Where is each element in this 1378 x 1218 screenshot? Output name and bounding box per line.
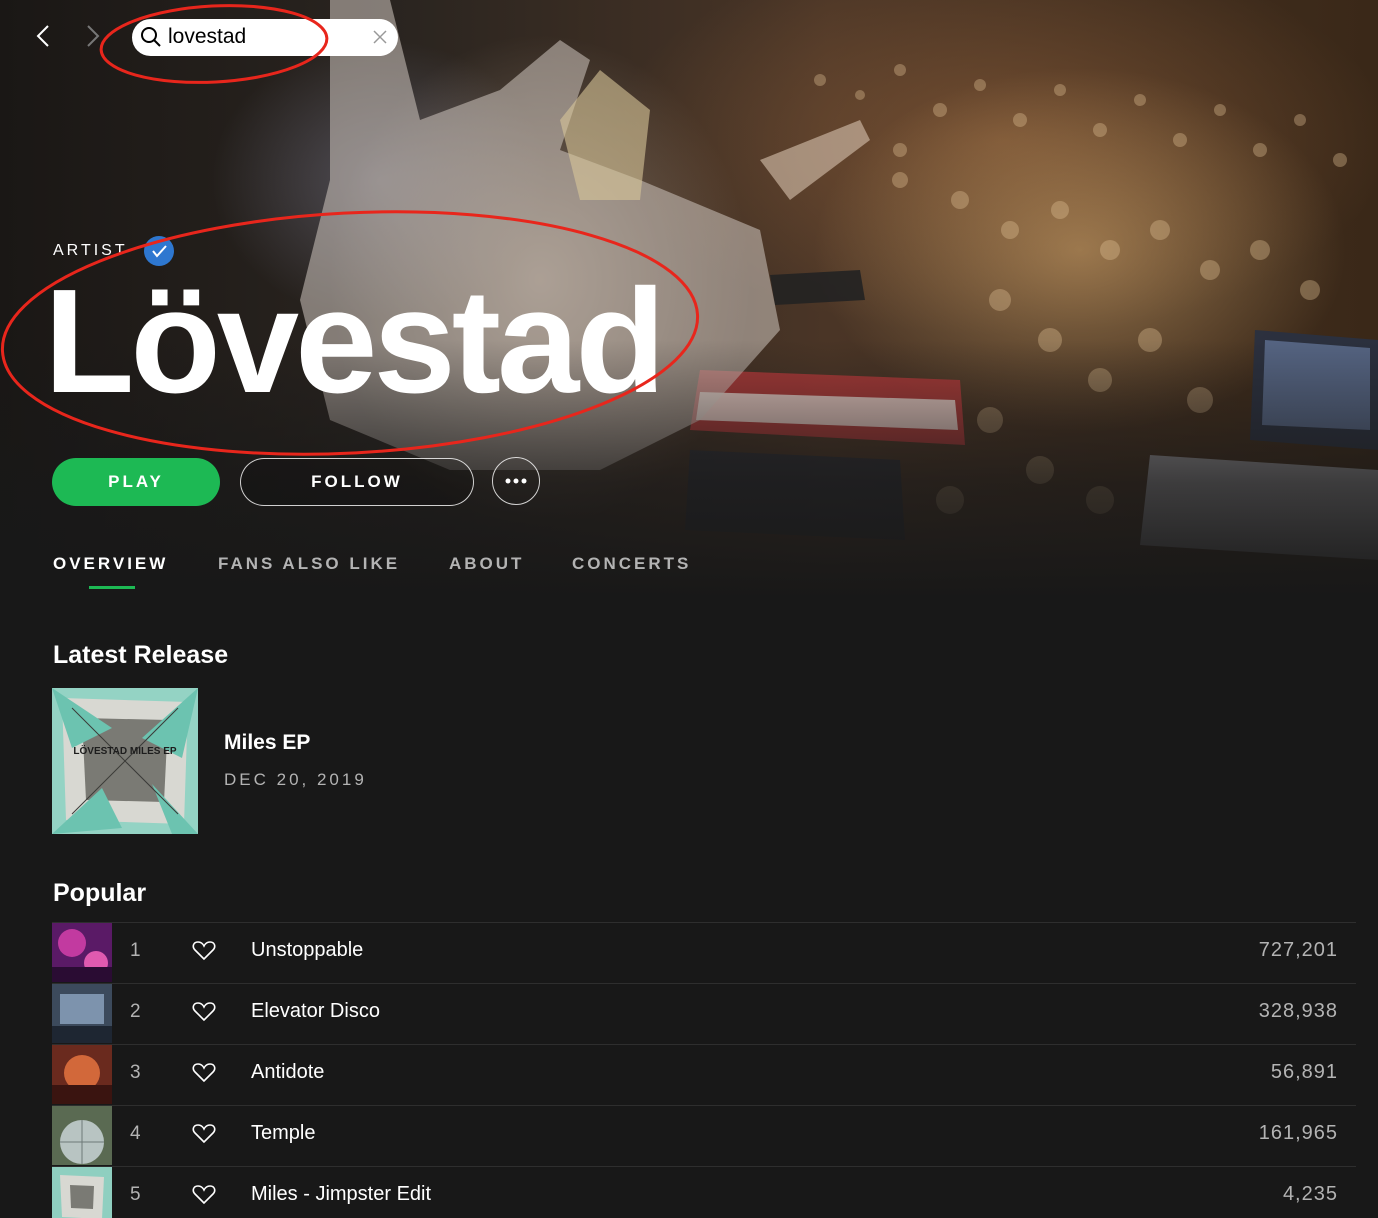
track-play-count: 56,891 (1270, 1061, 1338, 1083)
track-thumbnail (52, 1106, 112, 1165)
tab-overview[interactable]: OVERVIEW (53, 554, 168, 574)
popular-heading: Popular (53, 879, 147, 907)
heart-icon[interactable] (192, 1061, 216, 1083)
latest-release-heading: Latest Release (53, 641, 229, 669)
album-cover-text: LÖVESTAD MILES EP (73, 746, 177, 757)
track-play-count: 727,201 (1258, 939, 1338, 961)
heart-icon[interactable] (192, 1000, 216, 1022)
track-thumbnail (52, 984, 112, 1043)
track-row[interactable]: 4 Temple 161,965 (52, 1105, 1356, 1166)
heart-icon[interactable] (192, 939, 216, 961)
track-play-count: 161,965 (1258, 1122, 1338, 1144)
release-date: DEC 20, 2019 (224, 770, 367, 789)
track-thumbnail (52, 923, 112, 982)
track-title: Temple (251, 1122, 316, 1144)
search-annotation-circle (99, 4, 329, 84)
back-button[interactable] (30, 22, 58, 50)
track-row[interactable]: 5 Miles - Jimpster Edit 4,235 (52, 1166, 1356, 1218)
track-number: 1 (130, 940, 141, 961)
track-play-count: 4,235 (1282, 1183, 1338, 1205)
latest-release-cover[interactable]: LÖVESTAD MILES EP (52, 688, 198, 834)
artist-name-annotation-circle (0, 210, 700, 456)
track-play-count: 328,938 (1258, 1000, 1338, 1022)
active-tab-indicator (89, 586, 135, 589)
track-title: Antidote (251, 1061, 325, 1083)
chevron-left-icon (36, 25, 49, 47)
track-thumbnail (52, 1045, 112, 1104)
heart-icon[interactable] (192, 1183, 216, 1205)
track-number: 3 (130, 1062, 141, 1083)
more-options-button[interactable] (492, 457, 540, 505)
tab-fans-also-like[interactable]: FANS ALSO LIKE (218, 554, 400, 574)
play-button[interactable]: PLAY (52, 458, 220, 506)
popular-track-list: 1 Unstoppable 727,201 2 Elevator Disco 3… (52, 922, 1356, 1218)
tab-concerts[interactable]: CONCERTS (572, 554, 691, 574)
track-number: 2 (130, 1001, 141, 1022)
release-title[interactable]: Miles EP (224, 731, 310, 755)
follow-button[interactable]: FOLLOW (240, 458, 474, 506)
track-title: Miles - Jimpster Edit (251, 1183, 432, 1205)
track-title: Elevator Disco (251, 1000, 380, 1022)
close-icon[interactable] (372, 29, 388, 45)
track-title: Unstoppable (251, 939, 364, 961)
heart-icon[interactable] (192, 1122, 216, 1144)
album-art-image (52, 688, 198, 834)
track-thumbnail (52, 1167, 112, 1218)
artist-page: ARTIST Lövestad PLAY FOLLOW OVERVIEW FAN… (0, 0, 1378, 1218)
track-row[interactable]: 3 Antidote 56,891 (52, 1044, 1356, 1105)
track-number: 5 (130, 1184, 141, 1205)
track-row[interactable]: 1 Unstoppable 727,201 (52, 922, 1356, 983)
more-dots-icon (505, 478, 527, 484)
track-row[interactable]: 2 Elevator Disco 328,938 (52, 983, 1356, 1044)
tab-about[interactable]: ABOUT (449, 554, 524, 574)
track-number: 4 (130, 1123, 141, 1144)
